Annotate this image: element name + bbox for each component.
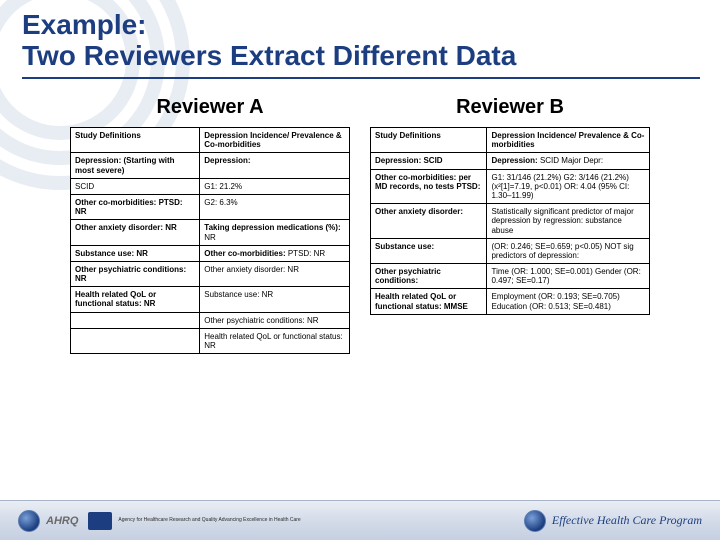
- table-cell: Health related QoL or functional status:…: [371, 289, 487, 314]
- table-cell: G2: 6.3%: [200, 194, 350, 219]
- hhs-logo-icon: [18, 510, 40, 532]
- table-cell: Employment (OR: 0.193; SE=0.705) Educati…: [487, 289, 650, 314]
- table-row: Other psychiatric conditions: NR: [71, 312, 350, 328]
- content-area: Reviewer A Study Definitions Depression …: [0, 96, 720, 500]
- table-cell: Depression: SCID: [371, 153, 487, 169]
- ehc-label: Effective Health Care Program: [552, 513, 702, 528]
- table-cell: (OR: 0.246; SE=0.659; p<0.05) NOT sig pr…: [487, 238, 650, 263]
- table-cell: Substance use:: [371, 238, 487, 263]
- reviewer-b-heading: Reviewer B: [370, 96, 650, 119]
- reviewer-a-column: Reviewer A Study Definitions Depression …: [70, 96, 350, 500]
- table-cell: Taking depression medications (%): NR: [200, 220, 350, 245]
- table-row: Other anxiety disorder: NRTaking depress…: [71, 220, 350, 245]
- ahrq-bar-icon: [88, 512, 112, 530]
- table-cell: G1: 31/146 (21.2%) G2: 3/146 (21.2%) (x²…: [487, 169, 650, 204]
- table-cell: Depression:: [200, 153, 350, 178]
- title-line-1: Example:: [22, 10, 700, 39]
- ahrq-subtitle: Agency for Healthcare Research and Quali…: [118, 518, 300, 523]
- table-cell: Other co-morbidities: per MD records, no…: [371, 169, 487, 204]
- table-row: Other psychiatric conditions:Time (OR: 1…: [371, 264, 650, 289]
- table-cell: Other psychiatric conditions: NR: [71, 261, 200, 286]
- table-cell: Other co-morbidities: PTSD: NR: [71, 194, 200, 219]
- table-row: SCIDG1: 21.2%: [71, 178, 350, 194]
- table-cell: Time (OR: 1.000; SE=0.001) Gender (OR: 0…: [487, 264, 650, 289]
- table-cell: Depression: SCID Major Depr:: [487, 153, 650, 169]
- table-row: Health related QoL or functional status:…: [371, 289, 650, 314]
- reviewer-a-table: Study Definitions Depression Incidence/ …: [70, 127, 350, 354]
- table-cell: Depression: (Starting with most severe): [71, 153, 200, 178]
- slide-footer: AHRQ Agency for Healthcare Research and …: [0, 500, 720, 540]
- table-cell: Health related QoL or functional status:…: [200, 328, 350, 353]
- table-row: Other co-morbidities: PTSD: NRG2: 6.3%: [71, 194, 350, 219]
- table-row: Substance use:(OR: 0.246; SE=0.659; p<0.…: [371, 238, 650, 263]
- table-row: Other psychiatric conditions: NROther an…: [71, 261, 350, 286]
- reviewer-b-column: Reviewer B Study Definitions Depression …: [370, 96, 650, 500]
- reviewer-a-heading: Reviewer A: [70, 96, 350, 119]
- title-line-2: Two Reviewers Extract Different Data: [22, 41, 700, 78]
- table-cell: Substance use: NR: [71, 245, 200, 261]
- table-row: Depression: SCIDDepression: SCID Major D…: [371, 153, 650, 169]
- table-row: Health related QoL or functional status:…: [71, 328, 350, 353]
- ehc-logo-icon: [524, 510, 546, 532]
- table-cell: Other anxiety disorder: NR: [200, 261, 350, 286]
- table-cell: Statistically significant predictor of m…: [487, 204, 650, 239]
- table-header: Depression Incidence/ Prevalence & Co-mo…: [487, 128, 650, 153]
- ahrq-logo-text: AHRQ: [46, 515, 78, 527]
- table-row: Other co-morbidities: per MD records, no…: [371, 169, 650, 204]
- slide-title: Example: Two Reviewers Extract Different…: [22, 10, 700, 79]
- table-cell: SCID: [71, 178, 200, 194]
- table-cell: Other co-morbidities: PTSD: NR: [200, 245, 350, 261]
- table-cell: Other anxiety disorder: NR: [71, 220, 200, 245]
- table-cell: [71, 328, 200, 353]
- table-header: Study Definitions: [71, 128, 200, 153]
- footer-right: Effective Health Care Program: [524, 510, 702, 532]
- table-cell: Other anxiety disorder:: [371, 204, 487, 239]
- table-cell: [71, 312, 200, 328]
- table-header: Depression Incidence/ Prevalence & Co-mo…: [200, 128, 350, 153]
- table-cell: Other psychiatric conditions:: [371, 264, 487, 289]
- table-row: Depression: (Starting with most severe)D…: [71, 153, 350, 178]
- table-header: Study Definitions: [371, 128, 487, 153]
- table-row: Other anxiety disorder:Statistically sig…: [371, 204, 650, 239]
- table-row: Substance use: NROther co-morbidities: P…: [71, 245, 350, 261]
- reviewer-b-table: Study Definitions Depression Incidence/ …: [370, 127, 650, 315]
- table-row: Health related QoL or functional status:…: [71, 287, 350, 312]
- table-cell: Other psychiatric conditions: NR: [200, 312, 350, 328]
- footer-left: AHRQ Agency for Healthcare Research and …: [18, 510, 301, 532]
- table-cell: G1: 21.2%: [200, 178, 350, 194]
- table-cell: Substance use: NR: [200, 287, 350, 312]
- table-cell: Health related QoL or functional status:…: [71, 287, 200, 312]
